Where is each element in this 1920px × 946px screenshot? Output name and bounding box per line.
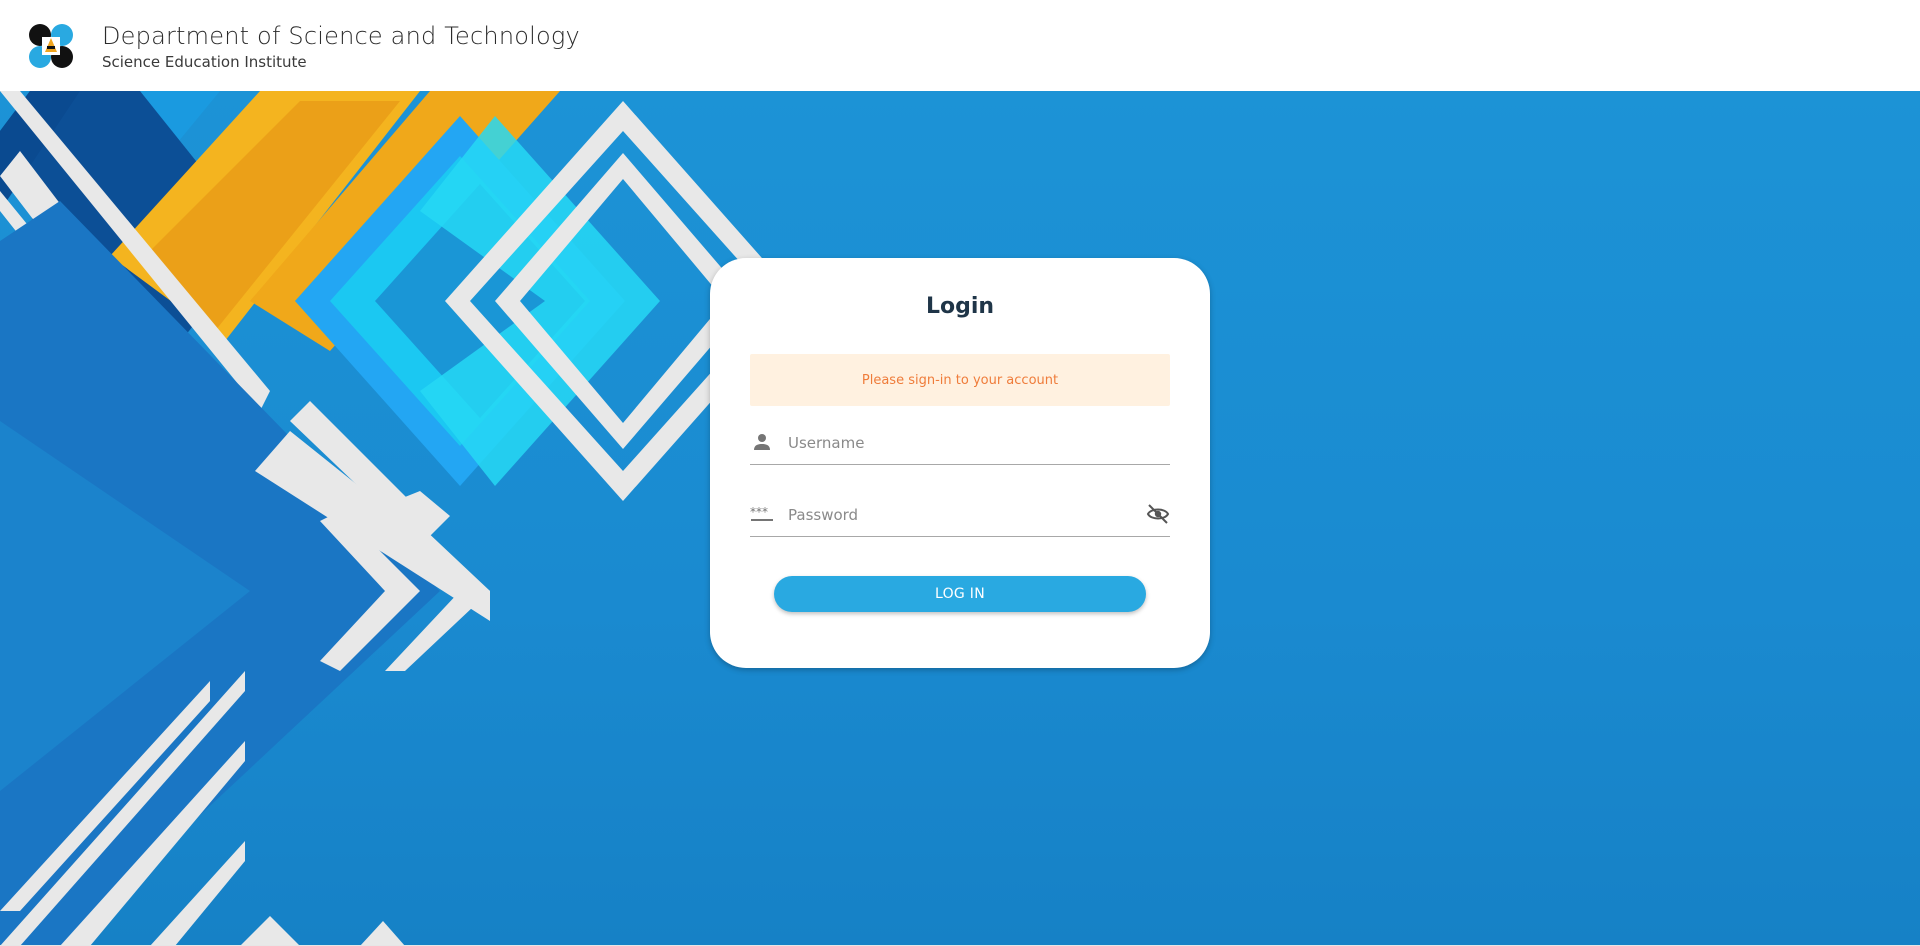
org-subtitle: Science Education Institute bbox=[102, 53, 307, 71]
password-input[interactable] bbox=[786, 500, 1130, 530]
username-field bbox=[750, 420, 1170, 465]
top-header: Department of Science and Technology Sci… bbox=[0, 0, 1920, 91]
login-button[interactable]: LOG IN bbox=[774, 576, 1146, 612]
org-title: Department of Science and Technology bbox=[102, 22, 580, 50]
svg-text:***: *** bbox=[750, 505, 768, 519]
dost-logo-icon bbox=[29, 24, 73, 68]
username-input[interactable] bbox=[786, 428, 1130, 458]
password-dots-icon: *** bbox=[750, 505, 773, 521]
person-icon bbox=[754, 434, 770, 450]
alert-message: Please sign-in to your account bbox=[861, 372, 1059, 388]
eye-off-icon[interactable] bbox=[1146, 502, 1170, 526]
signin-alert: Please sign-in to your account bbox=[750, 354, 1170, 406]
login-title: Login bbox=[925, 294, 995, 319]
login-card: Login Please sign-in to your account ***… bbox=[710, 258, 1210, 668]
password-field: *** bbox=[750, 492, 1170, 537]
